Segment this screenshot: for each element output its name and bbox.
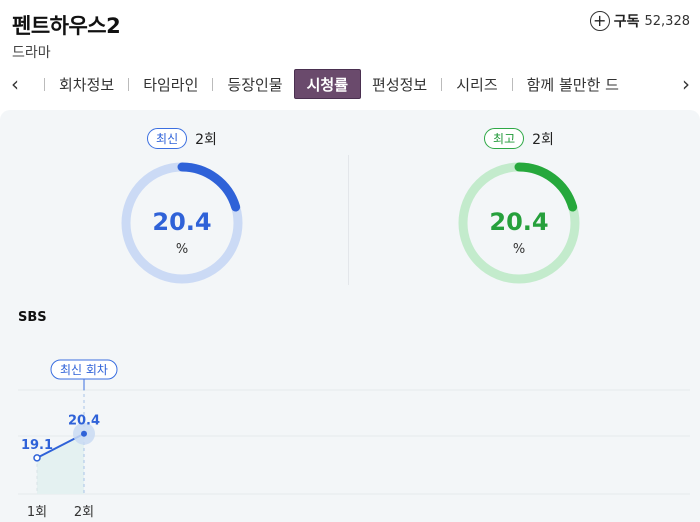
rating-line-chart: 19.1 20.4 최신 회차 1회 2회 <box>18 359 690 520</box>
tab-separator <box>44 77 45 91</box>
tab-separator <box>128 77 130 91</box>
best-rating-value: 20.4 <box>489 208 549 236</box>
program-genre: 드라마 <box>12 45 51 61</box>
best-gauge-arc <box>514 162 578 212</box>
tab-6[interactable]: 함께 볼만한 드 <box>527 69 619 99</box>
tab-1[interactable]: 타임라인 <box>143 69 198 99</box>
chart-value-label: 19.1 <box>21 438 53 453</box>
tab-3[interactable]: 시청률 <box>293 69 362 99</box>
tab-separator <box>511 77 513 91</box>
subscribe-button[interactable]: + 구독 52,328 <box>589 10 691 32</box>
tab-0[interactable]: 회차정보 <box>59 69 114 99</box>
chart-value-label: 20.4 <box>68 414 100 429</box>
subscriber-count: 52,328 <box>644 13 691 29</box>
best-badge: 최고 <box>484 128 525 149</box>
tab-5[interactable]: 시리즈 <box>456 69 497 99</box>
best-rating-card: 최고 2회 20.4 % <box>389 128 649 303</box>
chart-point-1 <box>33 454 41 462</box>
tab-separator <box>441 77 443 91</box>
tab-2[interactable]: 등장인물 <box>227 69 282 99</box>
chart-x-tick-label: 1회 <box>27 505 47 520</box>
chevron-left-icon[interactable]: ‹ <box>0 68 30 100</box>
latest-rating-unit: % <box>175 242 189 257</box>
latest-episode: 2회 <box>195 131 217 148</box>
program-header: 펜트하우스2 드라마 + 구독 52,328 <box>0 0 700 68</box>
latest-rating-card: 최신 2회 20.4 % <box>52 128 312 303</box>
subscribe-label: 구독 <box>613 14 640 30</box>
tab-bar: ‹ 회차정보 타임라인 등장인물 시청률 편성정보 시리즈 함께 볼만한 드 › <box>0 68 700 100</box>
tab-list: 회차정보 타임라인 등장인물 시청률 편성정보 시리즈 함께 볼만한 드 <box>30 69 619 99</box>
plus-icon: + <box>589 11 610 31</box>
tab-separator <box>212 77 214 91</box>
best-rating-unit: % <box>512 242 526 257</box>
network-label: SBS <box>18 310 47 325</box>
best-episode: 2회 <box>532 131 554 148</box>
chart-point-2 <box>81 430 87 437</box>
latest-badge: 최신 <box>147 128 188 149</box>
chevron-right-icon[interactable]: › <box>672 68 700 100</box>
chart-x-tick-label: 2회 <box>74 505 94 520</box>
chart-callout-label: 최신 회차 <box>60 363 108 377</box>
divider <box>348 155 349 285</box>
latest-rating-value: 20.4 <box>152 208 212 236</box>
tab-4[interactable]: 편성정보 <box>372 69 427 99</box>
program-title: 펜트하우스2 <box>12 14 121 38</box>
latest-gauge-arc <box>177 162 241 212</box>
ratings-panel: 최신 2회 20.4 % 최고 2회 20.4 % SBS 19.1 20.4 최신… <box>0 110 700 522</box>
